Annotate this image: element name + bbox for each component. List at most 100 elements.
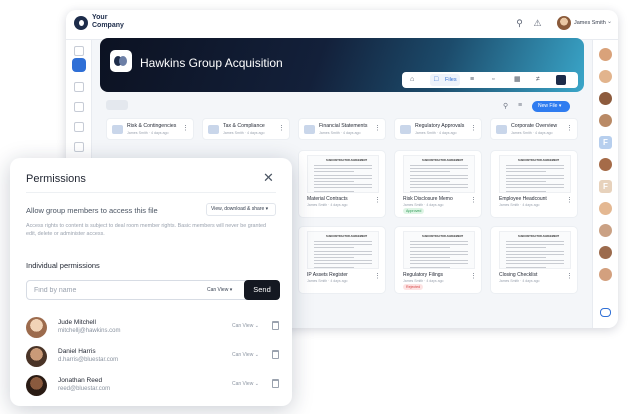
more-icon[interactable]: ⋮ [566,196,573,204]
users-icon[interactable] [74,82,84,92]
avatar [26,317,47,338]
thumbnail-heading: SUBCONTRACTOR AGREEMENT [518,159,560,162]
text-line [314,266,354,268]
member-avatar[interactable] [599,92,612,105]
member-initial-avatar[interactable]: F [599,136,612,149]
member-avatar[interactable] [599,70,612,83]
trash-icon[interactable] [272,350,279,359]
document-card[interactable]: SUBCONTRACTOR AGREEMENT Employee Headcou… [490,150,578,218]
member-row: Jude Mitchell mitchellj@hawkins.com Can … [26,316,282,340]
member-role-select[interactable]: Can View ⌄ [232,352,259,358]
text-line [314,181,354,182]
text-line [410,247,450,249]
chat-icon[interactable]: ▫ [492,75,494,85]
member-name: Jude Mitchell [58,319,96,326]
member-email: mitchellj@hawkins.com [58,328,121,334]
text-line [410,263,468,265]
folder-item[interactable]: Regulatory Approvals James Smith · 4 day… [394,118,482,140]
group-access-select[interactable]: View, download & share ▾ [206,203,276,216]
invite-role-select[interactable]: Can View ▾ [207,287,232,293]
member-avatar[interactable] [599,114,612,127]
analytics-icon[interactable] [74,102,84,112]
find-member-field[interactable]: Can View ▾ [26,280,250,300]
text-line [314,247,354,249]
more-icon[interactable]: ⋮ [566,272,573,280]
more-icon[interactable]: ⋮ [470,124,477,132]
member-role-select[interactable]: Can View ⌄ [232,323,259,329]
member-avatar[interactable] [599,158,612,171]
member-avatar[interactable] [599,246,612,259]
room-logo [110,50,132,72]
folder-item[interactable]: Financial Statements James Smith · 4 day… [298,118,386,140]
document-meta: James Smith · 4 days ago [499,279,540,283]
member-avatar[interactable] [599,224,612,237]
text-line [314,257,354,258]
new-file-button[interactable]: New File ▾ [532,101,570,112]
member-name: Daniel Harris [58,348,96,355]
folder-item[interactable]: Corporate Overview James Smith · 4 days … [490,118,578,140]
text-line [314,190,354,192]
thumbnail-heading: SUBCONTRACTOR AGREEMENT [326,159,368,162]
group-access-value: View, download & share [211,206,265,212]
view-toggle[interactable] [106,100,128,110]
more-icon[interactable]: ⋮ [470,196,477,204]
more-icon[interactable]: ⋮ [470,272,477,280]
document-title: Regulatory Filings [403,272,444,278]
document-card[interactable]: SUBCONTRACTOR AGREEMENT Risk Disclosure … [394,150,482,218]
search-icon[interactable]: ⚲ [503,102,508,110]
more-icon[interactable]: ⋮ [374,196,381,204]
chat-icon[interactable] [600,308,611,317]
room-banner: Hawkins Group Acquisition ⌂ □ Files ≡ ▫ … [100,38,584,92]
text-line [506,260,564,262]
company-logo[interactable] [74,16,88,30]
more-icon[interactable]: ⋮ [374,272,381,280]
search-icon[interactable]: ⚲ [514,18,525,29]
folder-icon [304,125,315,134]
more-icon[interactable]: ⋮ [566,124,573,132]
document-card[interactable]: SUBCONTRACTOR AGREEMENT Regulatory Filin… [394,226,482,294]
calendar-icon[interactable]: ▦ [514,75,521,85]
document-card[interactable]: SUBCONTRACTOR AGREEMENT IP Assets Regist… [298,226,386,294]
folder-item[interactable]: Tax & Compliance James Smith · 4 days ag… [202,118,290,140]
document-card[interactable]: SUBCONTRACTOR AGREEMENT Material Contrac… [298,150,386,218]
checklist-icon[interactable] [556,75,566,85]
members-rail: F F [592,40,618,328]
trash-icon[interactable] [272,321,279,330]
text-line [506,250,564,252]
text-line [410,184,468,186]
folder-item[interactable]: Risk & Contingencies James Smith · 4 day… [106,118,194,140]
send-button[interactable]: Send [244,280,280,300]
find-member-input[interactable] [34,285,184,296]
more-icon[interactable]: ⋮ [278,124,285,132]
home-icon[interactable]: ⌂ [410,75,414,85]
member-avatar[interactable] [599,268,612,281]
member-role-value: Can View [232,352,254,358]
member-avatar[interactable] [599,48,612,61]
chevron-down-icon[interactable]: ⌄ [607,18,612,25]
tasks-icon[interactable]: ≠ [536,75,540,85]
bell-icon[interactable]: ⚠ [532,18,543,29]
more-icon[interactable]: ⋮ [374,124,381,132]
avatar[interactable] [557,16,571,30]
member-role-select[interactable]: Can View ⌄ [232,381,259,387]
text-line [410,190,450,192]
text-line [314,168,372,170]
filter-icon[interactable]: ≡ [518,102,522,109]
text-line [506,266,546,268]
text-line [506,184,564,186]
document-card[interactable]: SUBCONTRACTOR AGREEMENT Closing Checklis… [490,226,578,294]
deal-room-icon[interactable] [72,58,86,72]
more-icon[interactable]: ⋮ [182,124,189,132]
close-icon[interactable]: ✕ [263,171,274,184]
documents-icon[interactable] [74,122,84,132]
document-meta: James Smith · 4 days ago [403,203,444,207]
settings-icon[interactable] [74,142,84,152]
document-thumbnail: SUBCONTRACTOR AGREEMENT [403,155,475,193]
list-icon[interactable]: ≡ [470,75,474,85]
user-name[interactable]: James Smith [574,20,606,26]
member-avatar[interactable] [599,202,612,215]
member-initial-avatar[interactable]: F [599,180,612,193]
trash-icon[interactable] [272,379,279,388]
home-icon[interactable] [74,46,84,56]
text-line [314,263,372,265]
